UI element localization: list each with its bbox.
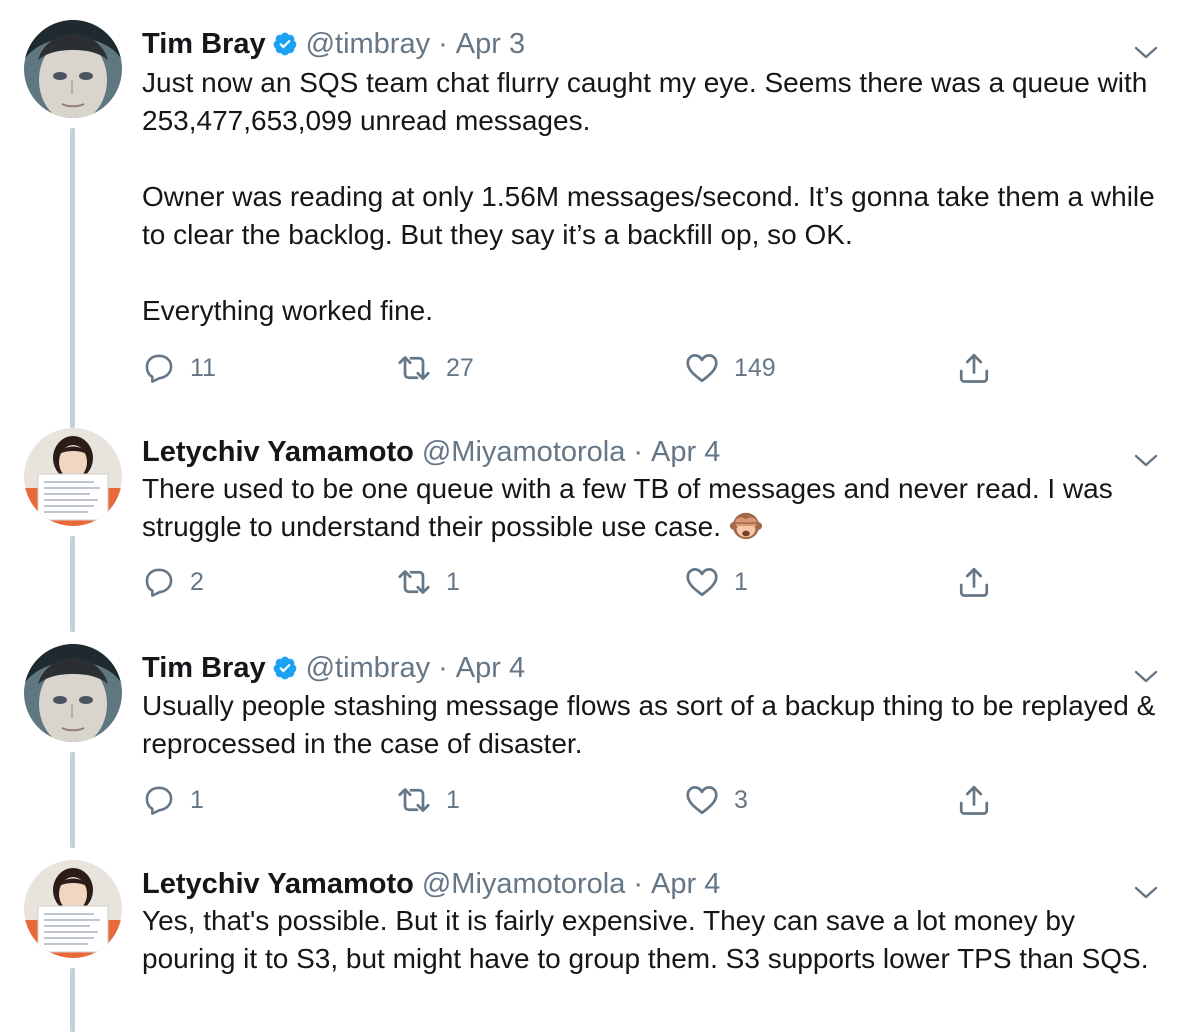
chevron-down-icon[interactable] bbox=[1132, 666, 1160, 686]
heart-icon bbox=[684, 564, 720, 600]
retweet-button[interactable]: 27 bbox=[396, 348, 474, 388]
separator: · bbox=[633, 868, 644, 900]
verified-badge-icon bbox=[272, 654, 298, 690]
separator: · bbox=[633, 436, 644, 468]
author-name[interactable]: Letychiv Yamamoto bbox=[142, 868, 414, 900]
tweet-header: Letychiv Yamamoto @Miyamotorola · Apr 4 bbox=[142, 866, 720, 902]
like-count: 3 bbox=[734, 785, 748, 814]
heart-icon bbox=[684, 782, 720, 818]
tweet-text: Yes, that's possible. But it is fairly e… bbox=[142, 902, 1172, 978]
reply-icon bbox=[142, 783, 176, 817]
tweet-text: Just now an SQS team chat flurry caught … bbox=[142, 64, 1172, 330]
reply-button[interactable]: 11 bbox=[142, 348, 216, 388]
like-count: 1 bbox=[734, 567, 748, 596]
like-button[interactable]: 3 bbox=[684, 780, 748, 820]
tweet-date[interactable]: Apr 3 bbox=[456, 28, 525, 60]
tweet-paragraph-text: There used to be one queue with a few TB… bbox=[142, 473, 1113, 542]
reply-button[interactable]: 1 bbox=[142, 780, 204, 820]
tweet-actions: 11 27 149 bbox=[142, 348, 1012, 388]
reply-button[interactable]: 2 bbox=[142, 562, 204, 602]
share-button[interactable] bbox=[956, 562, 992, 602]
retweet-count: 27 bbox=[446, 353, 474, 382]
tweet-header: Tim Bray @timbray · Apr 3 bbox=[142, 26, 525, 66]
tweet-paragraph: Just now an SQS team chat flurry caught … bbox=[142, 67, 1148, 136]
like-count: 149 bbox=[734, 353, 776, 382]
tweet-text: Usually people stashing message flows as… bbox=[142, 687, 1172, 763]
author-name[interactable]: Tim Bray bbox=[142, 28, 266, 60]
author-handle[interactable]: @timbray bbox=[306, 652, 431, 684]
see-no-evil-monkey-icon bbox=[729, 508, 763, 552]
thread-line bbox=[70, 128, 75, 428]
avatar[interactable] bbox=[24, 644, 122, 742]
tweet-paragraph: Owner was reading at only 1.56M messages… bbox=[142, 181, 1155, 250]
author-name[interactable]: Tim Bray bbox=[142, 652, 266, 684]
tweet-actions: 1 1 3 bbox=[142, 780, 1012, 820]
retweet-count: 1 bbox=[446, 567, 460, 596]
author-handle[interactable]: @Miyamotorola bbox=[422, 436, 626, 468]
tweet-date[interactable]: Apr 4 bbox=[456, 652, 525, 684]
retweet-button[interactable]: 1 bbox=[396, 780, 460, 820]
reply-count: 11 bbox=[190, 353, 216, 382]
retweet-icon bbox=[396, 350, 432, 386]
verified-badge-icon bbox=[272, 30, 298, 66]
tweet-paragraph: Usually people stashing message flows as… bbox=[142, 690, 1156, 759]
tweet-paragraph: There used to be one queue with a few TB… bbox=[142, 470, 1172, 552]
tweet-actions: 2 1 1 bbox=[142, 562, 1012, 602]
chevron-down-icon[interactable] bbox=[1132, 42, 1160, 62]
reply-icon bbox=[142, 351, 176, 385]
thread-line bbox=[70, 536, 75, 632]
chevron-down-icon[interactable] bbox=[1132, 882, 1160, 902]
retweet-icon bbox=[396, 782, 432, 818]
avatar[interactable] bbox=[24, 860, 122, 958]
tweet-header: Tim Bray @timbray · Apr 4 bbox=[142, 650, 525, 690]
reply-count: 1 bbox=[190, 785, 204, 814]
share-button[interactable] bbox=[956, 348, 992, 388]
author-handle[interactable]: @Miyamotorola bbox=[422, 868, 626, 900]
retweet-icon bbox=[396, 564, 432, 600]
author-handle[interactable]: @timbray bbox=[306, 28, 431, 60]
tweet-paragraph: Everything worked fine. bbox=[142, 295, 434, 326]
tweet-date[interactable]: Apr 4 bbox=[651, 868, 720, 900]
thread-line bbox=[70, 752, 75, 848]
separator: · bbox=[438, 652, 448, 684]
separator: · bbox=[438, 28, 448, 60]
retweet-count: 1 bbox=[446, 785, 460, 814]
share-icon bbox=[956, 782, 992, 818]
share-icon bbox=[956, 564, 992, 600]
like-button[interactable]: 149 bbox=[684, 348, 776, 388]
tweet-header: Letychiv Yamamoto @Miyamotorola · Apr 4 bbox=[142, 434, 720, 470]
avatar[interactable] bbox=[24, 428, 122, 526]
share-button[interactable] bbox=[956, 780, 992, 820]
chevron-down-icon[interactable] bbox=[1132, 450, 1160, 470]
author-name[interactable]: Letychiv Yamamoto bbox=[142, 436, 414, 468]
thread-line bbox=[70, 968, 75, 1032]
reply-count: 2 bbox=[190, 567, 204, 596]
tweet-date[interactable]: Apr 4 bbox=[651, 436, 720, 468]
avatar[interactable] bbox=[24, 20, 122, 118]
share-icon bbox=[956, 350, 992, 386]
retweet-button[interactable]: 1 bbox=[396, 562, 460, 602]
heart-icon bbox=[684, 350, 720, 386]
like-button[interactable]: 1 bbox=[684, 562, 748, 602]
tweet-paragraph: Yes, that's possible. But it is fairly e… bbox=[142, 905, 1149, 974]
tweet-text: There used to be one queue with a few TB… bbox=[142, 470, 1172, 552]
reply-icon bbox=[142, 565, 176, 599]
